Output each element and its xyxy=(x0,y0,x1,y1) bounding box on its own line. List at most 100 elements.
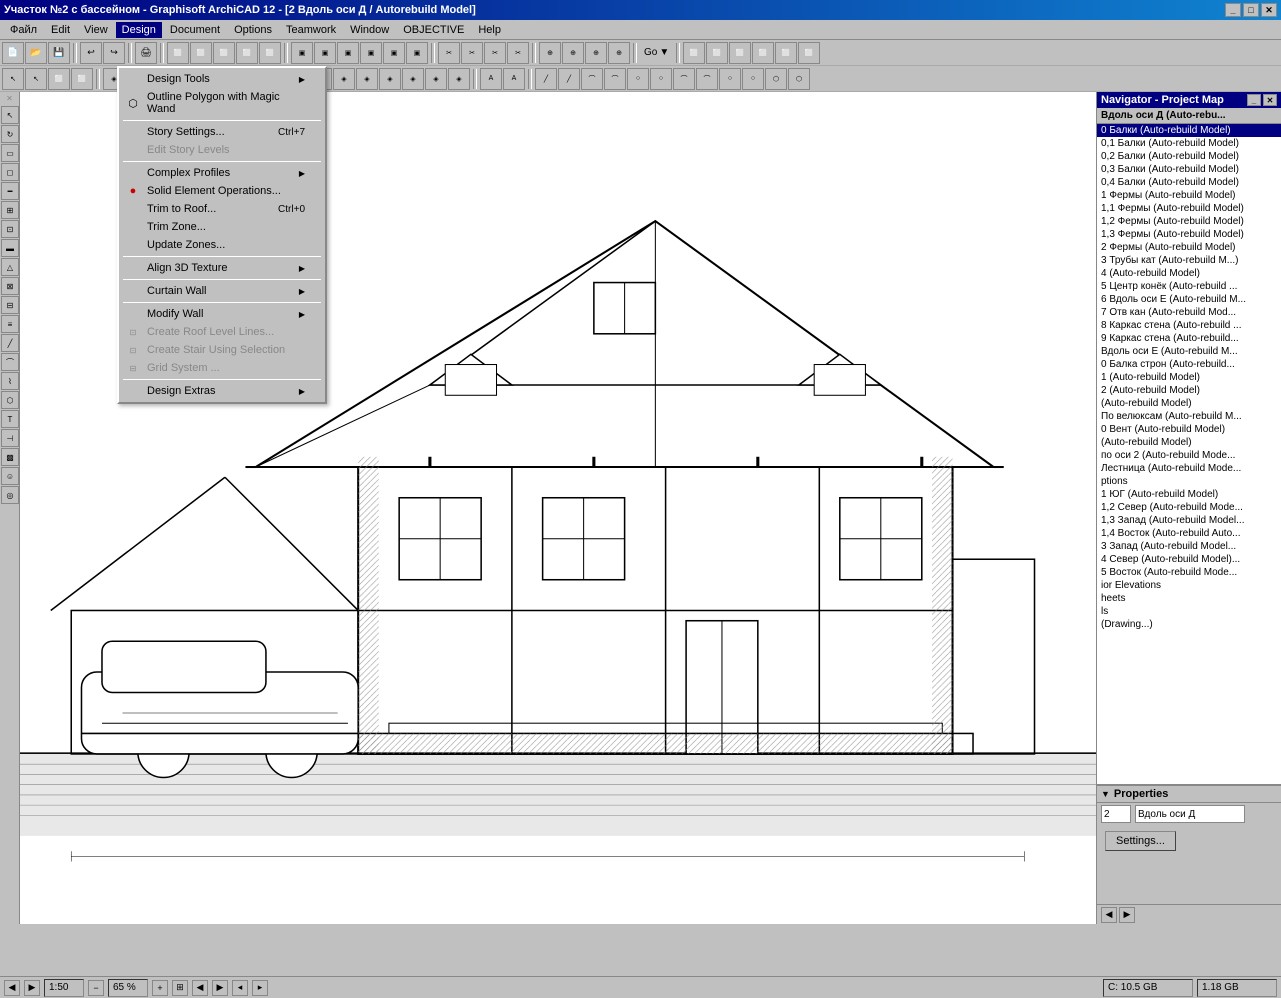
tb7[interactable]: ▣ xyxy=(314,42,336,64)
nav-list-item-16[interactable]: 9 Каркас стена (Auto-rebuild... xyxy=(1097,332,1281,345)
menu-help[interactable]: Help xyxy=(472,22,507,38)
tb-r2-17[interactable]: ◈ xyxy=(379,68,401,90)
nav-list-item-26[interactable]: Лестница (Auto-rebuild Mode... xyxy=(1097,462,1281,475)
save-btn[interactable]: 💾 xyxy=(48,42,70,64)
tb22[interactable]: ⬜ xyxy=(729,42,751,64)
nav-list-item-32[interactable]: 3 Запад (Auto-rebuild Model... xyxy=(1097,540,1281,553)
nav-list-item-17[interactable]: Вдоль оси Е (Auto-rebuild M... xyxy=(1097,345,1281,358)
menu-objective[interactable]: OBJECTIVE xyxy=(397,22,470,38)
open-btn[interactable]: 📂 xyxy=(25,42,47,64)
tool-dim[interactable]: ⊣ xyxy=(1,429,19,447)
tb-r2-4[interactable]: ⬜ xyxy=(71,68,93,90)
tb13[interactable]: ✂ xyxy=(461,42,483,64)
nav-list-item-10[interactable]: 3 Трубы кат (Auto-rebuild M...) xyxy=(1097,254,1281,267)
tool-slab[interactable]: ▬ xyxy=(1,239,19,257)
tb21[interactable]: ⬜ xyxy=(706,42,728,64)
menu-edit[interactable]: Edit xyxy=(45,22,76,38)
nav-list-item-38[interactable]: (Drawing...) xyxy=(1097,618,1281,631)
tb9[interactable]: ▣ xyxy=(360,42,382,64)
close-button[interactable]: ✕ xyxy=(1261,3,1277,17)
tool-text[interactable]: T xyxy=(1,410,19,428)
menu-item-trim-roof[interactable]: Trim to Roof... Ctrl+0 xyxy=(119,200,325,218)
tb-r2-29[interactable]: ⌒ xyxy=(673,68,695,90)
tool-mesh[interactable]: ⊟ xyxy=(1,296,19,314)
tb-r2-22[interactable]: A xyxy=(503,68,525,90)
tb6[interactable]: ▣ xyxy=(291,42,313,64)
minimize-button[interactable]: _ xyxy=(1225,3,1241,17)
nav-list-item-20[interactable]: 2 (Auto-rebuild Model) xyxy=(1097,384,1281,397)
menu-item-create-roof-lines[interactable]: ⊡ Create Roof Level Lines... xyxy=(119,323,325,341)
tool-window[interactable]: ⊞ xyxy=(1,201,19,219)
tb-r2-3[interactable]: ⬜ xyxy=(48,68,70,90)
menu-design[interactable]: Design xyxy=(116,22,162,38)
tb-r2-25[interactable]: ⌒ xyxy=(581,68,603,90)
tb-r2-20[interactable]: ◈ xyxy=(448,68,470,90)
status-nav-left[interactable]: ◀ xyxy=(4,980,20,996)
tb8[interactable]: ▣ xyxy=(337,42,359,64)
tb-r2-18[interactable]: ◈ xyxy=(402,68,424,90)
tb-r2-30[interactable]: ⌒ xyxy=(696,68,718,90)
tb16[interactable]: ⊕ xyxy=(539,42,561,64)
tb-r2-28[interactable]: ○ xyxy=(650,68,672,90)
settings-button[interactable]: Settings... xyxy=(1105,831,1176,851)
tb18[interactable]: ⊕ xyxy=(585,42,607,64)
new-btn[interactable]: 📄 xyxy=(2,42,24,64)
tb1[interactable]: ⬜ xyxy=(167,42,189,64)
menu-item-complex-profiles[interactable]: Complex Profiles ▶ xyxy=(119,164,325,182)
tb14[interactable]: ✂ xyxy=(484,42,506,64)
menu-window[interactable]: Window xyxy=(344,22,395,38)
menu-item-solid-element[interactable]: ● Solid Element Operations... xyxy=(119,182,325,200)
tb12[interactable]: ✂ xyxy=(438,42,460,64)
tb-r2-21[interactable]: A xyxy=(480,68,502,90)
nav-list-item-4[interactable]: 0,4 Балки (Auto-rebuild Model) xyxy=(1097,176,1281,189)
tool-figure[interactable]: ☺ xyxy=(1,467,19,485)
nav-list-item-33[interactable]: 4 Север (Auto-rebuild Model)... xyxy=(1097,553,1281,566)
tool-beam[interactable]: ━ xyxy=(1,182,19,200)
nav-list-item-28[interactable]: 1 ЮГ (Auto-rebuild Model) xyxy=(1097,488,1281,501)
menu-teamwork[interactable]: Teamwork xyxy=(280,22,342,38)
nav-list-item-23[interactable]: 0 Вент (Auto-rebuild Model) xyxy=(1097,423,1281,436)
status-nav-right[interactable]: ▶ xyxy=(24,980,40,996)
pan-left[interactable]: ◂ xyxy=(232,980,248,996)
nav-list-item-14[interactable]: 7 Отв кан (Auto-rebuild Mod... xyxy=(1097,306,1281,319)
tb24[interactable]: ⬜ xyxy=(775,42,797,64)
menu-item-create-stair[interactable]: ⊡ Create Stair Using Selection xyxy=(119,341,325,359)
pan-right[interactable]: ▸ xyxy=(252,980,268,996)
nav-list-item-11[interactable]: 4 (Auto-rebuild Model) xyxy=(1097,267,1281,280)
zoom-prev[interactable]: ◀ xyxy=(192,980,208,996)
menu-item-curtain-wall[interactable]: Curtain Wall ▶ xyxy=(119,282,325,300)
nav-list-item-25[interactable]: по оси 2 (Auto-rebuild Mode... xyxy=(1097,449,1281,462)
nav-list-item-9[interactable]: 2 Фермы (Auto-rebuild Model) xyxy=(1097,241,1281,254)
nav-scroll-left[interactable]: ◀ xyxy=(1101,907,1117,923)
menu-item-story-settings[interactable]: Story Settings... Ctrl+7 xyxy=(119,123,325,141)
tb-r2-1[interactable]: ↖ xyxy=(2,68,24,90)
undo-btn[interactable]: ↩ xyxy=(80,42,102,64)
nav-list-item-35[interactable]: ior Elevations xyxy=(1097,579,1281,592)
tb11[interactable]: ▣ xyxy=(406,42,428,64)
tb-r2-15[interactable]: ◈ xyxy=(333,68,355,90)
nav-list[interactable]: 0 Балки (Auto-rebuild Model)0,1 Балки (A… xyxy=(1097,124,1281,784)
menu-options[interactable]: Options xyxy=(228,22,278,38)
tool-zone[interactable]: ⊠ xyxy=(1,277,19,295)
tb-r2-34[interactable]: ⬡ xyxy=(788,68,810,90)
zoom-out[interactable]: − xyxy=(88,980,104,996)
tool-line[interactable]: ╱ xyxy=(1,334,19,352)
menu-item-trim-zone[interactable]: Trim Zone... xyxy=(119,218,325,236)
tb-r2-27[interactable]: ○ xyxy=(627,68,649,90)
tb17[interactable]: ⊕ xyxy=(562,42,584,64)
menu-item-align-3d[interactable]: Align 3D Texture ▶ xyxy=(119,259,325,277)
menu-item-design-tools[interactable]: Design Tools ▶ xyxy=(119,70,325,88)
tb2[interactable]: ⬜ xyxy=(190,42,212,64)
menu-item-design-extras[interactable]: Design Extras ▶ xyxy=(119,382,325,400)
tb23[interactable]: ⬜ xyxy=(752,42,774,64)
tb-r2-26[interactable]: ⌒ xyxy=(604,68,626,90)
nav-list-item-37[interactable]: ls xyxy=(1097,605,1281,618)
nav-list-item-13[interactable]: 6 Вдоль оси Е (Auto-rebuild M... xyxy=(1097,293,1281,306)
nav-list-item-7[interactable]: 1,2 Фермы (Auto-rebuild Model) xyxy=(1097,215,1281,228)
tb-r2-33[interactable]: ⬡ xyxy=(765,68,787,90)
tb-r2-32[interactable]: ○ xyxy=(742,68,764,90)
tb5[interactable]: ⬜ xyxy=(259,42,281,64)
prop-input-2[interactable] xyxy=(1135,805,1245,823)
tb10[interactable]: ▣ xyxy=(383,42,405,64)
zoom-in[interactable]: + xyxy=(152,980,168,996)
